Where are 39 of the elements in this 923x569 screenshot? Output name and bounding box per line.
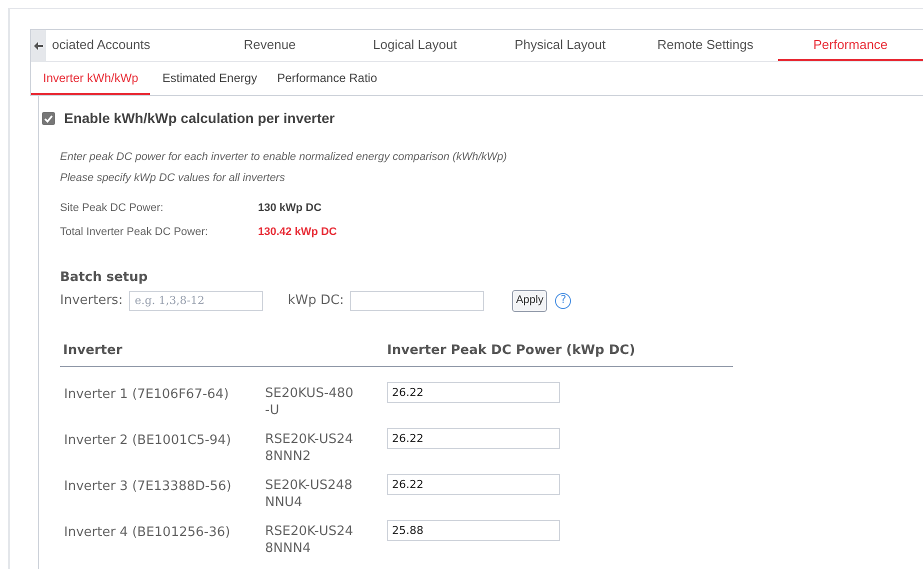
column-header: Inverter Peak DC Power (kWp DC): [387, 342, 636, 360]
table-cell-text: Inverter 4 (BE101256-36): [63, 524, 232, 542]
power-input-field[interactable]: 26.22: [387, 474, 560, 495]
field-label: kWp DC:: [288, 292, 344, 310]
subtab[interactable]: Estimated Energy: [152, 62, 268, 95]
tab[interactable]: Remote Settings: [632, 30, 778, 61]
table-cell-text: Inverter 1 (7E106F67-64): [63, 386, 230, 404]
tab[interactable]: Physical Layout: [488, 30, 633, 61]
column-header: Inverter: [62, 342, 124, 360]
kwp-input-field[interactable]: [350, 290, 484, 310]
stat-label: Site Peak DC Power:: [60, 201, 164, 216]
table-cell-text: SE20K-US248NNU4: [265, 477, 354, 511]
scroll-left-button[interactable]: [31, 30, 46, 61]
instruction-text: Enter peak DC power for each inverter to enable normalized energy comparison (kWh/kWp): [60, 150, 508, 165]
tab[interactable]: Revenue: [197, 30, 342, 61]
instruction-text: Please specify kWp DC values for all inverters: [60, 170, 286, 186]
tab[interactable]: Performance: [778, 30, 923, 61]
stat-value: 130.42 kWp DC: [258, 224, 337, 240]
apply-button[interactable]: Apply: [512, 290, 548, 312]
table-cell-text: RSE20K-US248NNN2: [265, 431, 354, 465]
table-cell-text: SE20KUS-480-U: [265, 385, 354, 419]
stat-label: Total Inverter Peak DC Power:: [60, 224, 209, 240]
left-arrow-icon: [34, 42, 43, 50]
checkbox-label: Enable kWh/kWp calculation per inverter: [64, 109, 335, 128]
field-label: Inverters:: [60, 292, 123, 310]
section-title: Batch setup: [60, 269, 149, 287]
table-cell-text: RSE20K-US248NNN4: [265, 523, 354, 557]
power-input-field[interactable]: 26.22: [387, 428, 560, 449]
table-cell-text: Inverter 3 (7E13388D-56): [63, 478, 232, 496]
subtab[interactable]: Performance Ratio: [267, 62, 388, 95]
subtab[interactable]: Inverter kWh/kWp: [31, 62, 150, 95]
stat-value: 130 kWp DC: [258, 201, 322, 216]
table-cell-text: Inverter 2 (BE1001C5-94): [63, 432, 232, 450]
tab[interactable]: Logical Layout: [342, 30, 488, 61]
tab[interactable]: ociated Accounts: [46, 30, 198, 61]
inverters-input-field[interactable]: e.g. 1,3,8-12: [128, 290, 263, 310]
checkbox[interactable]: [42, 112, 55, 125]
power-input-field[interactable]: 25.88: [387, 520, 560, 541]
power-input-field[interactable]: 26.22: [387, 382, 560, 403]
